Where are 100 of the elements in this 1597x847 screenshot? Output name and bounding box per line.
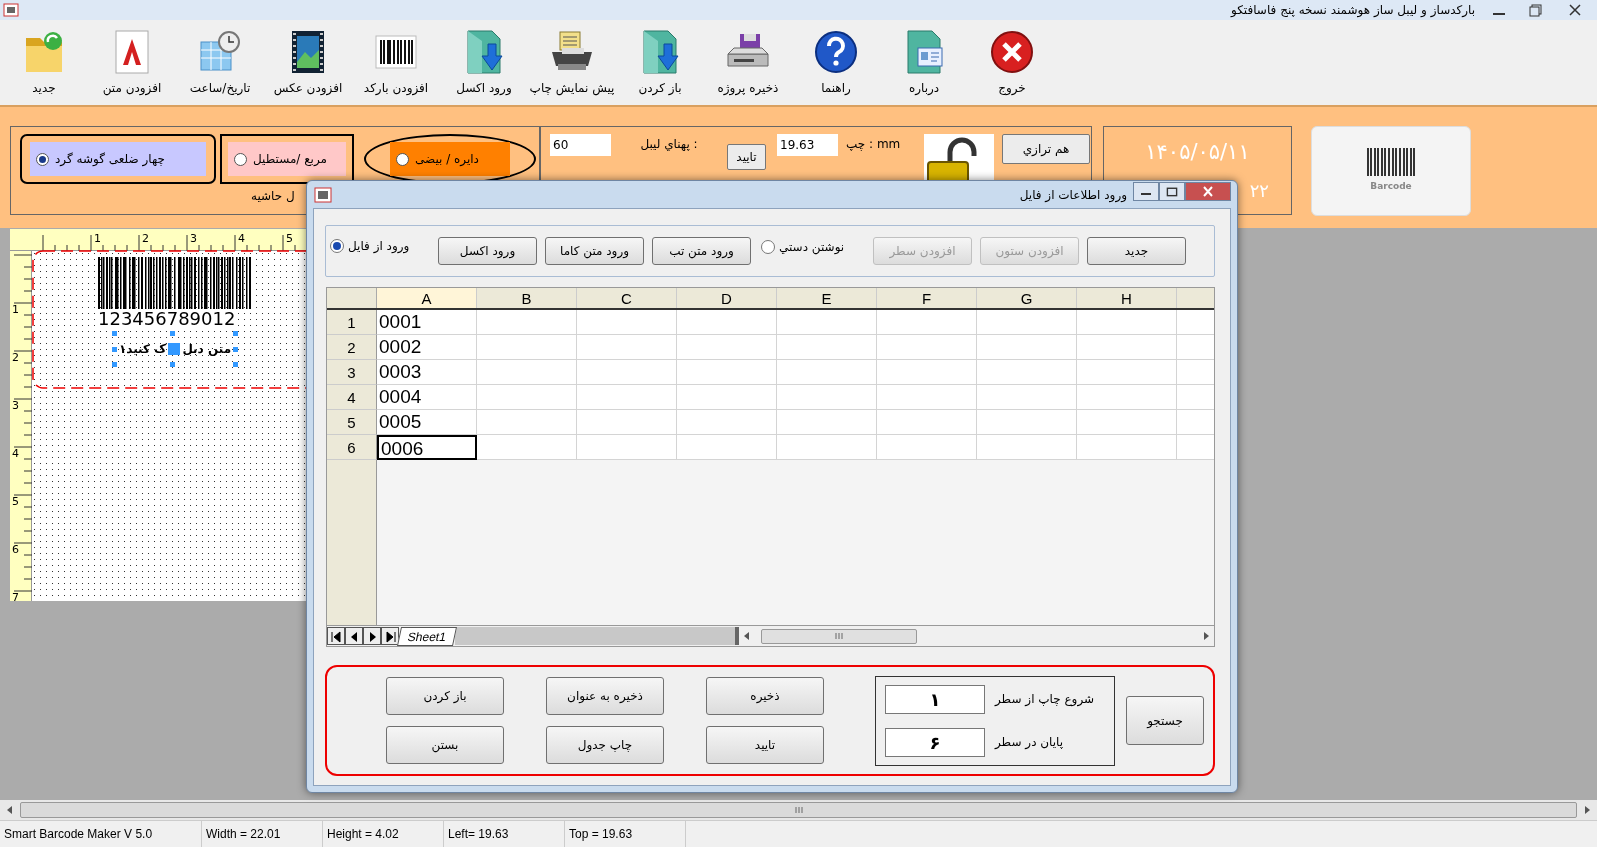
radio-option[interactable]: ورود از فایل — [330, 237, 434, 255]
toolbar-button[interactable]: افزودن عکس — [264, 28, 352, 94]
table-cell[interactable] — [977, 310, 1077, 335]
table-cell[interactable] — [1077, 335, 1177, 360]
toolbar-button[interactable]: تاریخ/ساعت — [176, 28, 264, 94]
minimize-button[interactable] — [1133, 181, 1159, 201]
dialog-button[interactable]: ذخیره — [706, 677, 824, 715]
table-cell[interactable]: 0001 — [377, 310, 477, 335]
selection-handle[interactable] — [233, 331, 238, 336]
table-cell[interactable] — [977, 385, 1077, 410]
search-button[interactable]: جستجو — [1126, 696, 1204, 745]
table-cell[interactable] — [977, 360, 1077, 385]
confirm-button[interactable]: تاييد — [727, 144, 766, 170]
table-cell[interactable] — [577, 360, 677, 385]
table-cell[interactable] — [577, 310, 677, 335]
table-cell[interactable] — [677, 360, 777, 385]
table-cell[interactable] — [877, 360, 977, 385]
dialog-button[interactable]: جدید — [1087, 237, 1186, 265]
toolbar-button[interactable]: پیش نمایش چاپ — [528, 28, 616, 94]
selection-handle[interactable] — [233, 362, 238, 367]
selection-handle[interactable] — [112, 347, 117, 352]
table-cell[interactable] — [677, 410, 777, 435]
maximize-button[interactable] — [1159, 181, 1185, 201]
input-field[interactable]: 19.63 — [777, 134, 838, 156]
table-cell[interactable] — [877, 410, 977, 435]
radio-button[interactable] — [761, 240, 775, 254]
table-cell[interactable] — [777, 410, 877, 435]
radio-option[interactable]: چهار ضلعی گوشه گرد — [30, 142, 206, 176]
table-cell[interactable] — [977, 435, 1077, 460]
radio-button[interactable] — [396, 152, 409, 166]
table-cell[interactable] — [477, 310, 577, 335]
table-cell[interactable] — [777, 335, 877, 360]
table-cell[interactable] — [777, 385, 877, 410]
dialog-button[interactable]: ورود اکسل — [438, 237, 537, 265]
selection-handle[interactable] — [168, 343, 181, 355]
input-field[interactable]: ۶ — [885, 727, 985, 757]
table-cell[interactable] — [1077, 360, 1177, 385]
input-field[interactable]: 60 — [550, 134, 611, 156]
next-sheet-icon[interactable] — [363, 627, 381, 645]
table-cell[interactable] — [1177, 435, 1214, 460]
radio-option[interactable]: مربع /مستطیل — [228, 142, 346, 176]
dialog-button[interactable]: چاپ جدول — [546, 726, 664, 764]
selection-handle[interactable] — [112, 362, 117, 367]
first-sheet-icon[interactable] — [327, 627, 345, 645]
toolbar-button[interactable]: باز کردن — [616, 28, 704, 94]
dialog-button[interactable]: بستن — [386, 726, 504, 764]
toolbar-button[interactable]: افزودن متن — [88, 28, 176, 94]
selection-handle[interactable] — [170, 362, 175, 367]
table-cell[interactable] — [877, 385, 977, 410]
table-cell[interactable] — [877, 335, 977, 360]
radio-button[interactable] — [330, 239, 344, 253]
table-cell[interactable] — [477, 410, 577, 435]
table-cell[interactable] — [1077, 410, 1177, 435]
table-cell[interactable] — [577, 435, 677, 460]
table-cell[interactable] — [677, 335, 777, 360]
last-sheet-icon[interactable] — [381, 627, 399, 645]
table-cell[interactable] — [577, 410, 677, 435]
selection-handle[interactable] — [170, 331, 175, 336]
toolbar-button[interactable]: ورود اکسل — [440, 28, 528, 94]
table-cell[interactable] — [477, 435, 577, 460]
toolbar-button[interactable]: درباره — [880, 28, 968, 94]
dialog-button[interactable]: ورود متن کاما — [545, 237, 644, 265]
radio-option[interactable]: دایره / بیضی — [390, 142, 510, 176]
sheet-tab[interactable]: Sheet1 — [397, 626, 458, 646]
table-cell[interactable] — [877, 310, 977, 335]
selection-handle[interactable] — [233, 347, 238, 352]
dialog-button[interactable]: باز کردن — [386, 677, 504, 715]
table-cell[interactable]: 0002 — [377, 335, 477, 360]
table-cell[interactable] — [577, 335, 677, 360]
table-cell[interactable] — [1177, 310, 1214, 335]
dialog-button[interactable]: ورود متن تب — [652, 237, 751, 265]
table-cell[interactable] — [877, 435, 977, 460]
table-cell[interactable] — [1077, 310, 1177, 335]
radio-button[interactable] — [36, 152, 49, 166]
table-cell[interactable] — [1177, 335, 1214, 360]
table-cell[interactable] — [677, 310, 777, 335]
table-cell[interactable] — [1077, 385, 1177, 410]
scroll-thumb[interactable] — [761, 628, 918, 644]
table-cell[interactable]: 0003 — [377, 360, 477, 385]
scrollbar[interactable] — [0, 800, 1597, 820]
table-cell[interactable] — [477, 360, 577, 385]
table-cell[interactable] — [1177, 360, 1214, 385]
table-cell[interactable] — [477, 385, 577, 410]
toolbar-button[interactable]: خروج — [968, 28, 1056, 94]
toolbar-button[interactable]: افزودن بارکد — [352, 28, 440, 94]
toolbar-button[interactable]: ذخیره پروژه — [704, 28, 792, 94]
input-field[interactable]: ۱ — [885, 684, 985, 714]
table-cell[interactable] — [1177, 385, 1214, 410]
align-button[interactable]: هم ترازي — [1002, 134, 1090, 164]
radio-option[interactable]: نوشتن دستي — [761, 238, 869, 256]
table-cell[interactable] — [1177, 410, 1214, 435]
toolbar-button[interactable]: راهنما — [792, 28, 880, 94]
selection-handle[interactable] — [112, 331, 117, 336]
table-cell[interactable] — [777, 310, 877, 335]
table-cell[interactable] — [1077, 435, 1177, 460]
table-cell[interactable] — [777, 360, 877, 385]
previous-sheet-icon[interactable] — [345, 627, 363, 645]
dialog-button[interactable]: تایید — [706, 726, 824, 764]
table-cell[interactable] — [977, 410, 1077, 435]
table-cell[interactable] — [977, 335, 1077, 360]
